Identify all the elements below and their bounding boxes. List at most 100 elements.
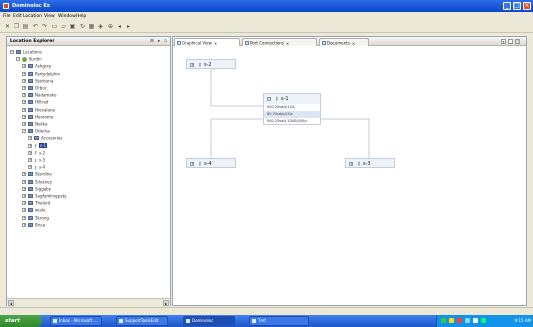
menu-edit[interactable]: Edit bbox=[13, 14, 22, 19]
tree-item[interactable]: + ⚷ s-3 bbox=[28, 157, 45, 164]
tray-update-icon[interactable] bbox=[481, 318, 486, 323]
expand-icon[interactable]: + bbox=[190, 63, 194, 67]
undo-icon[interactable]: ↶ bbox=[32, 23, 39, 30]
expand-icon[interactable]: + bbox=[22, 78, 26, 83]
node-port[interactable]: 60 25sd/s/24/c bbox=[264, 111, 320, 118]
tree-item[interactable]: − Kurdin bbox=[16, 56, 42, 63]
node-s-1[interactable]: − ⚷ s-1 000 25sd/s/12/c 60 25sd/s/24/c 0… bbox=[263, 93, 321, 125]
menu-file[interactable]: File bbox=[3, 14, 11, 19]
tray-network-icon[interactable] bbox=[441, 318, 446, 323]
back-icon[interactable]: ◂ bbox=[116, 23, 123, 30]
tree-item[interactable]: + Brica bbox=[22, 222, 45, 229]
taskbar-item-inbox[interactable]: Inbox - Microsoft ... bbox=[50, 316, 102, 326]
copy-icon[interactable]: ❐ bbox=[13, 23, 20, 30]
expand-icon[interactable]: + bbox=[22, 222, 26, 227]
collapse-icon[interactable]: − bbox=[10, 50, 14, 54]
menu-location[interactable]: Location bbox=[23, 14, 42, 19]
menu-help[interactable]: Help bbox=[76, 14, 86, 19]
expand-icon[interactable]: + bbox=[22, 93, 26, 98]
tree-item[interactable]: + Starbuna bbox=[22, 78, 53, 85]
tree-item[interactable]: + wiale bbox=[22, 207, 45, 214]
graph-icon[interactable]: ◈ bbox=[97, 23, 104, 30]
collapse-icon[interactable]: − bbox=[22, 129, 26, 134]
tray-chat-icon[interactable] bbox=[473, 318, 478, 323]
tree-item[interactable]: + ⚷ s-2 bbox=[28, 150, 45, 157]
redo-icon[interactable]: ↷ bbox=[41, 23, 48, 30]
scroll-right-icon[interactable]: ▸ bbox=[163, 300, 169, 306]
tree-item[interactable]: − Oderna bbox=[22, 128, 50, 135]
tree-item[interactable]: + ⚷ s-4 bbox=[28, 164, 45, 171]
tree-item[interactable]: + Ashgrey bbox=[22, 63, 51, 70]
panel-maximize-icon[interactable]: ▫ bbox=[164, 39, 167, 44]
tree-item[interactable]: + Hievalana bbox=[22, 107, 55, 114]
paste-icon[interactable]: ▤ bbox=[22, 23, 29, 30]
close-button[interactable]: × bbox=[523, 2, 531, 10]
expand-icon[interactable]: + bbox=[22, 107, 26, 112]
tree-item[interactable]: + Nokka bbox=[22, 121, 47, 128]
tree-item[interactable]: + Orbur bbox=[22, 85, 47, 92]
node-port[interactable]: 000 25sd/s 1000/000/c bbox=[264, 118, 320, 125]
node-s-2[interactable]: + ⚷ s-2 bbox=[186, 59, 236, 69]
tree-item[interactable]: + Accesories bbox=[28, 135, 62, 142]
maximize-button[interactable]: □ bbox=[513, 2, 521, 10]
scroll-left-icon[interactable]: ◂ bbox=[8, 300, 14, 306]
refresh-icon[interactable]: ↻ bbox=[79, 23, 86, 30]
tree-item[interactable]: − Locations bbox=[10, 49, 42, 56]
tree-item[interactable]: + Nadamako bbox=[22, 92, 56, 99]
expand-icon[interactable]: + bbox=[22, 208, 26, 213]
tree-item[interactable]: + Heroome bbox=[22, 114, 53, 121]
tray-alert-icon[interactable] bbox=[457, 318, 462, 323]
expand-icon[interactable]: + bbox=[22, 179, 26, 184]
tray-shield-icon[interactable] bbox=[449, 318, 454, 323]
collapse-icon[interactable]: − bbox=[267, 97, 271, 101]
expand-icon[interactable]: + bbox=[22, 114, 26, 119]
tray-volume-icon[interactable] bbox=[465, 318, 470, 323]
tree-item[interactable]: + Siggaby bbox=[22, 186, 51, 193]
zoom-icon[interactable]: ⊕ bbox=[107, 23, 114, 30]
expand-icon[interactable]: + bbox=[22, 100, 26, 105]
tree-item[interactable]: + Sagfamlingpaty bbox=[22, 193, 67, 200]
expand-icon[interactable]: + bbox=[22, 194, 26, 198]
expand-icon[interactable]: + bbox=[22, 215, 26, 220]
expand-icon[interactable]: + bbox=[28, 165, 32, 170]
tree-item[interactable]: + Silvaney bbox=[22, 179, 52, 186]
node-s-3[interactable]: + ⚷ s-3 bbox=[345, 158, 395, 168]
minimize-button[interactable]: _ bbox=[503, 2, 511, 10]
taskbar-item-supporttools[interactable]: SupportToolsEdit bbox=[116, 316, 168, 326]
node-port[interactable]: 000 25sd/s/12/c bbox=[264, 104, 320, 111]
new-icon[interactable]: ▭ bbox=[51, 23, 58, 30]
menu-view[interactable]: View bbox=[44, 14, 55, 19]
cut-icon[interactable]: ✕ bbox=[4, 23, 11, 30]
start-button[interactable]: start bbox=[0, 315, 42, 327]
expand-icon[interactable]: + bbox=[22, 186, 26, 191]
expand-icon[interactable]: + bbox=[28, 150, 32, 155]
expand-icon[interactable]: + bbox=[22, 172, 26, 177]
expand-icon[interactable]: + bbox=[22, 201, 26, 206]
tree-item[interactable]: + Partydolphin bbox=[22, 71, 60, 78]
panel-menu-icon[interactable]: ⊟ bbox=[150, 39, 154, 44]
tree-item[interactable]: + ⚷ s-1 bbox=[28, 143, 48, 150]
expand-icon[interactable]: + bbox=[22, 71, 26, 76]
expand-icon[interactable]: + bbox=[22, 86, 26, 90]
expand-icon[interactable]: + bbox=[349, 162, 353, 166]
forward-icon[interactable]: ▸ bbox=[125, 23, 132, 30]
tree-item[interactable]: + Thelord bbox=[22, 200, 50, 207]
expand-icon[interactable]: + bbox=[22, 64, 26, 69]
tree-item[interactable]: + Skrong bbox=[22, 215, 49, 222]
taskbar-item-dominoloc[interactable]: Dominoloc bbox=[183, 316, 235, 326]
expand-icon[interactable]: + bbox=[28, 143, 32, 148]
expand-icon[interactable]: + bbox=[28, 158, 32, 162]
open-icon[interactable]: ▱ bbox=[60, 23, 67, 30]
expand-icon[interactable]: + bbox=[28, 136, 32, 141]
menu-window[interactable]: Window bbox=[58, 14, 76, 19]
horizontal-scrollbar[interactable]: ◂ ▸ bbox=[7, 298, 170, 306]
save-icon[interactable]: ▣ bbox=[69, 23, 76, 30]
tree-item[interactable]: + Hiltrad bbox=[22, 99, 48, 106]
expand-icon[interactable]: + bbox=[190, 162, 194, 166]
print-icon[interactable]: ▦ bbox=[88, 23, 95, 30]
panel-minimize-icon[interactable]: ▸ bbox=[158, 39, 160, 44]
expand-icon[interactable]: + bbox=[22, 122, 26, 126]
taskbar-item-tmf[interactable]: Tmf bbox=[249, 316, 309, 326]
node-s-4[interactable]: + ⚷ s-4 bbox=[186, 158, 236, 168]
collapse-icon[interactable]: − bbox=[16, 57, 20, 62]
